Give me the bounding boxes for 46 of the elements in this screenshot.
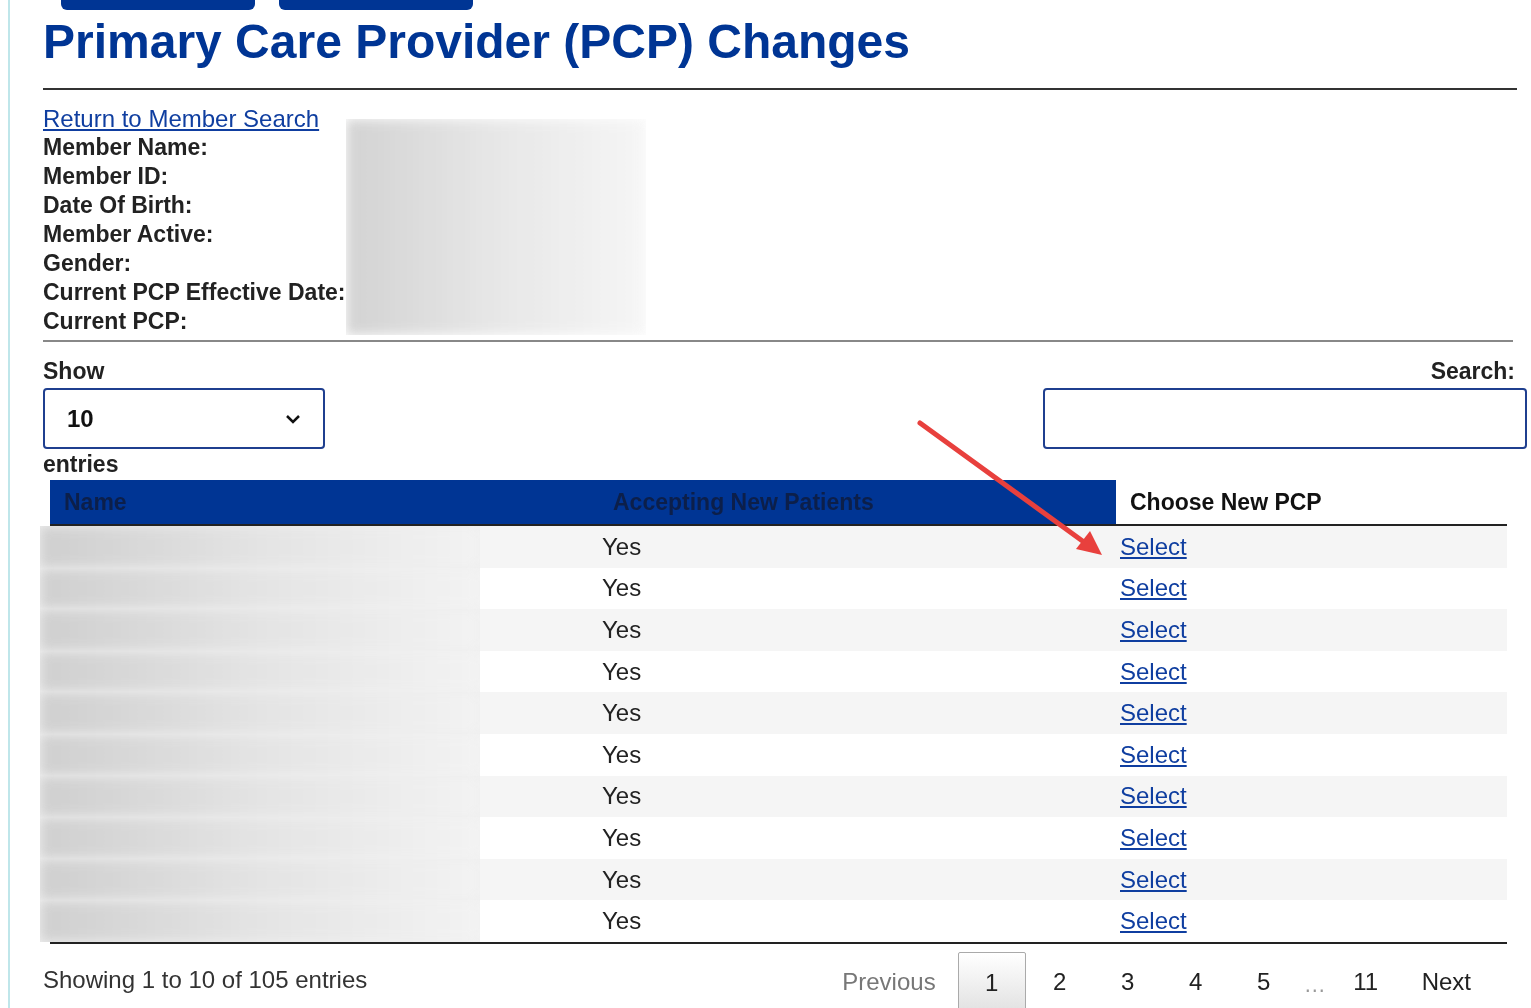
select-link[interactable]: Select: [1120, 612, 1187, 648]
field-label: Gender:: [43, 249, 133, 278]
search-label: Search:: [1430, 357, 1515, 386]
table-cell-text: Yes: [602, 822, 643, 853]
field-label: Member Active:: [43, 220, 215, 249]
table-cell-text: Yes: [602, 864, 643, 895]
field-label: Current PCP:: [43, 307, 189, 336]
table-cell-text: Yes: [602, 698, 643, 729]
page-title: Primary Care Provider (PCP) Changes: [43, 14, 910, 70]
select-link[interactable]: Select: [1120, 819, 1187, 856]
table-cell-text: Yes: [602, 615, 643, 645]
tab-edge[interactable]: [61, 0, 255, 10]
field-label: Member Name:: [43, 133, 209, 162]
table-cell-text: Yes: [602, 573, 643, 604]
pagination-ellipsis: …: [1303, 970, 1326, 999]
table-cell-text: Yes: [602, 739, 643, 770]
entries-info: Showing 1 to 10 of 105 entries: [43, 964, 368, 995]
select-link[interactable]: Select: [1120, 653, 1187, 690]
pagination-nav[interactable]: Next: [1399, 951, 1493, 1000]
select-link[interactable]: Select: [1120, 861, 1187, 898]
chevron-down-icon: [285, 413, 301, 424]
page-button[interactable]: 5: [1229, 951, 1298, 1008]
field-label: Date Of Birth:: [43, 191, 194, 220]
field-label: Member ID:: [43, 162, 170, 191]
page-button[interactable]: 11: [1331, 951, 1400, 1008]
table-cell-text: Yes: [602, 906, 643, 937]
page-button[interactable]: 1: [957, 951, 1026, 1008]
select-link[interactable]: Select: [1120, 695, 1187, 732]
table-cell-text: Yes: [602, 656, 643, 687]
field-label: Current PCP Effective Date:: [43, 278, 346, 307]
tab-edge[interactable]: [279, 0, 473, 10]
entries-label: entries: [43, 450, 120, 479]
select-link[interactable]: Select: [1120, 570, 1187, 607]
page-button[interactable]: 3: [1093, 951, 1162, 1008]
show-label: Show: [43, 357, 106, 386]
entries-dropdown[interactable]: 10: [43, 388, 325, 449]
search-field[interactable]: [1043, 388, 1527, 449]
select-link[interactable]: Select: [1120, 736, 1187, 773]
select-link[interactable]: Select: [1120, 528, 1187, 565]
table-cell-text: Yes: [602, 531, 643, 562]
select-link[interactable]: Select: [1120, 903, 1187, 940]
table-cell-text: Yes: [602, 781, 643, 812]
page-button[interactable]: 4: [1161, 951, 1230, 1008]
return-link[interactable]: Return to Member Search: [43, 105, 320, 133]
page-button[interactable]: 2: [1025, 951, 1094, 1008]
select-link[interactable]: Select: [1120, 778, 1187, 815]
